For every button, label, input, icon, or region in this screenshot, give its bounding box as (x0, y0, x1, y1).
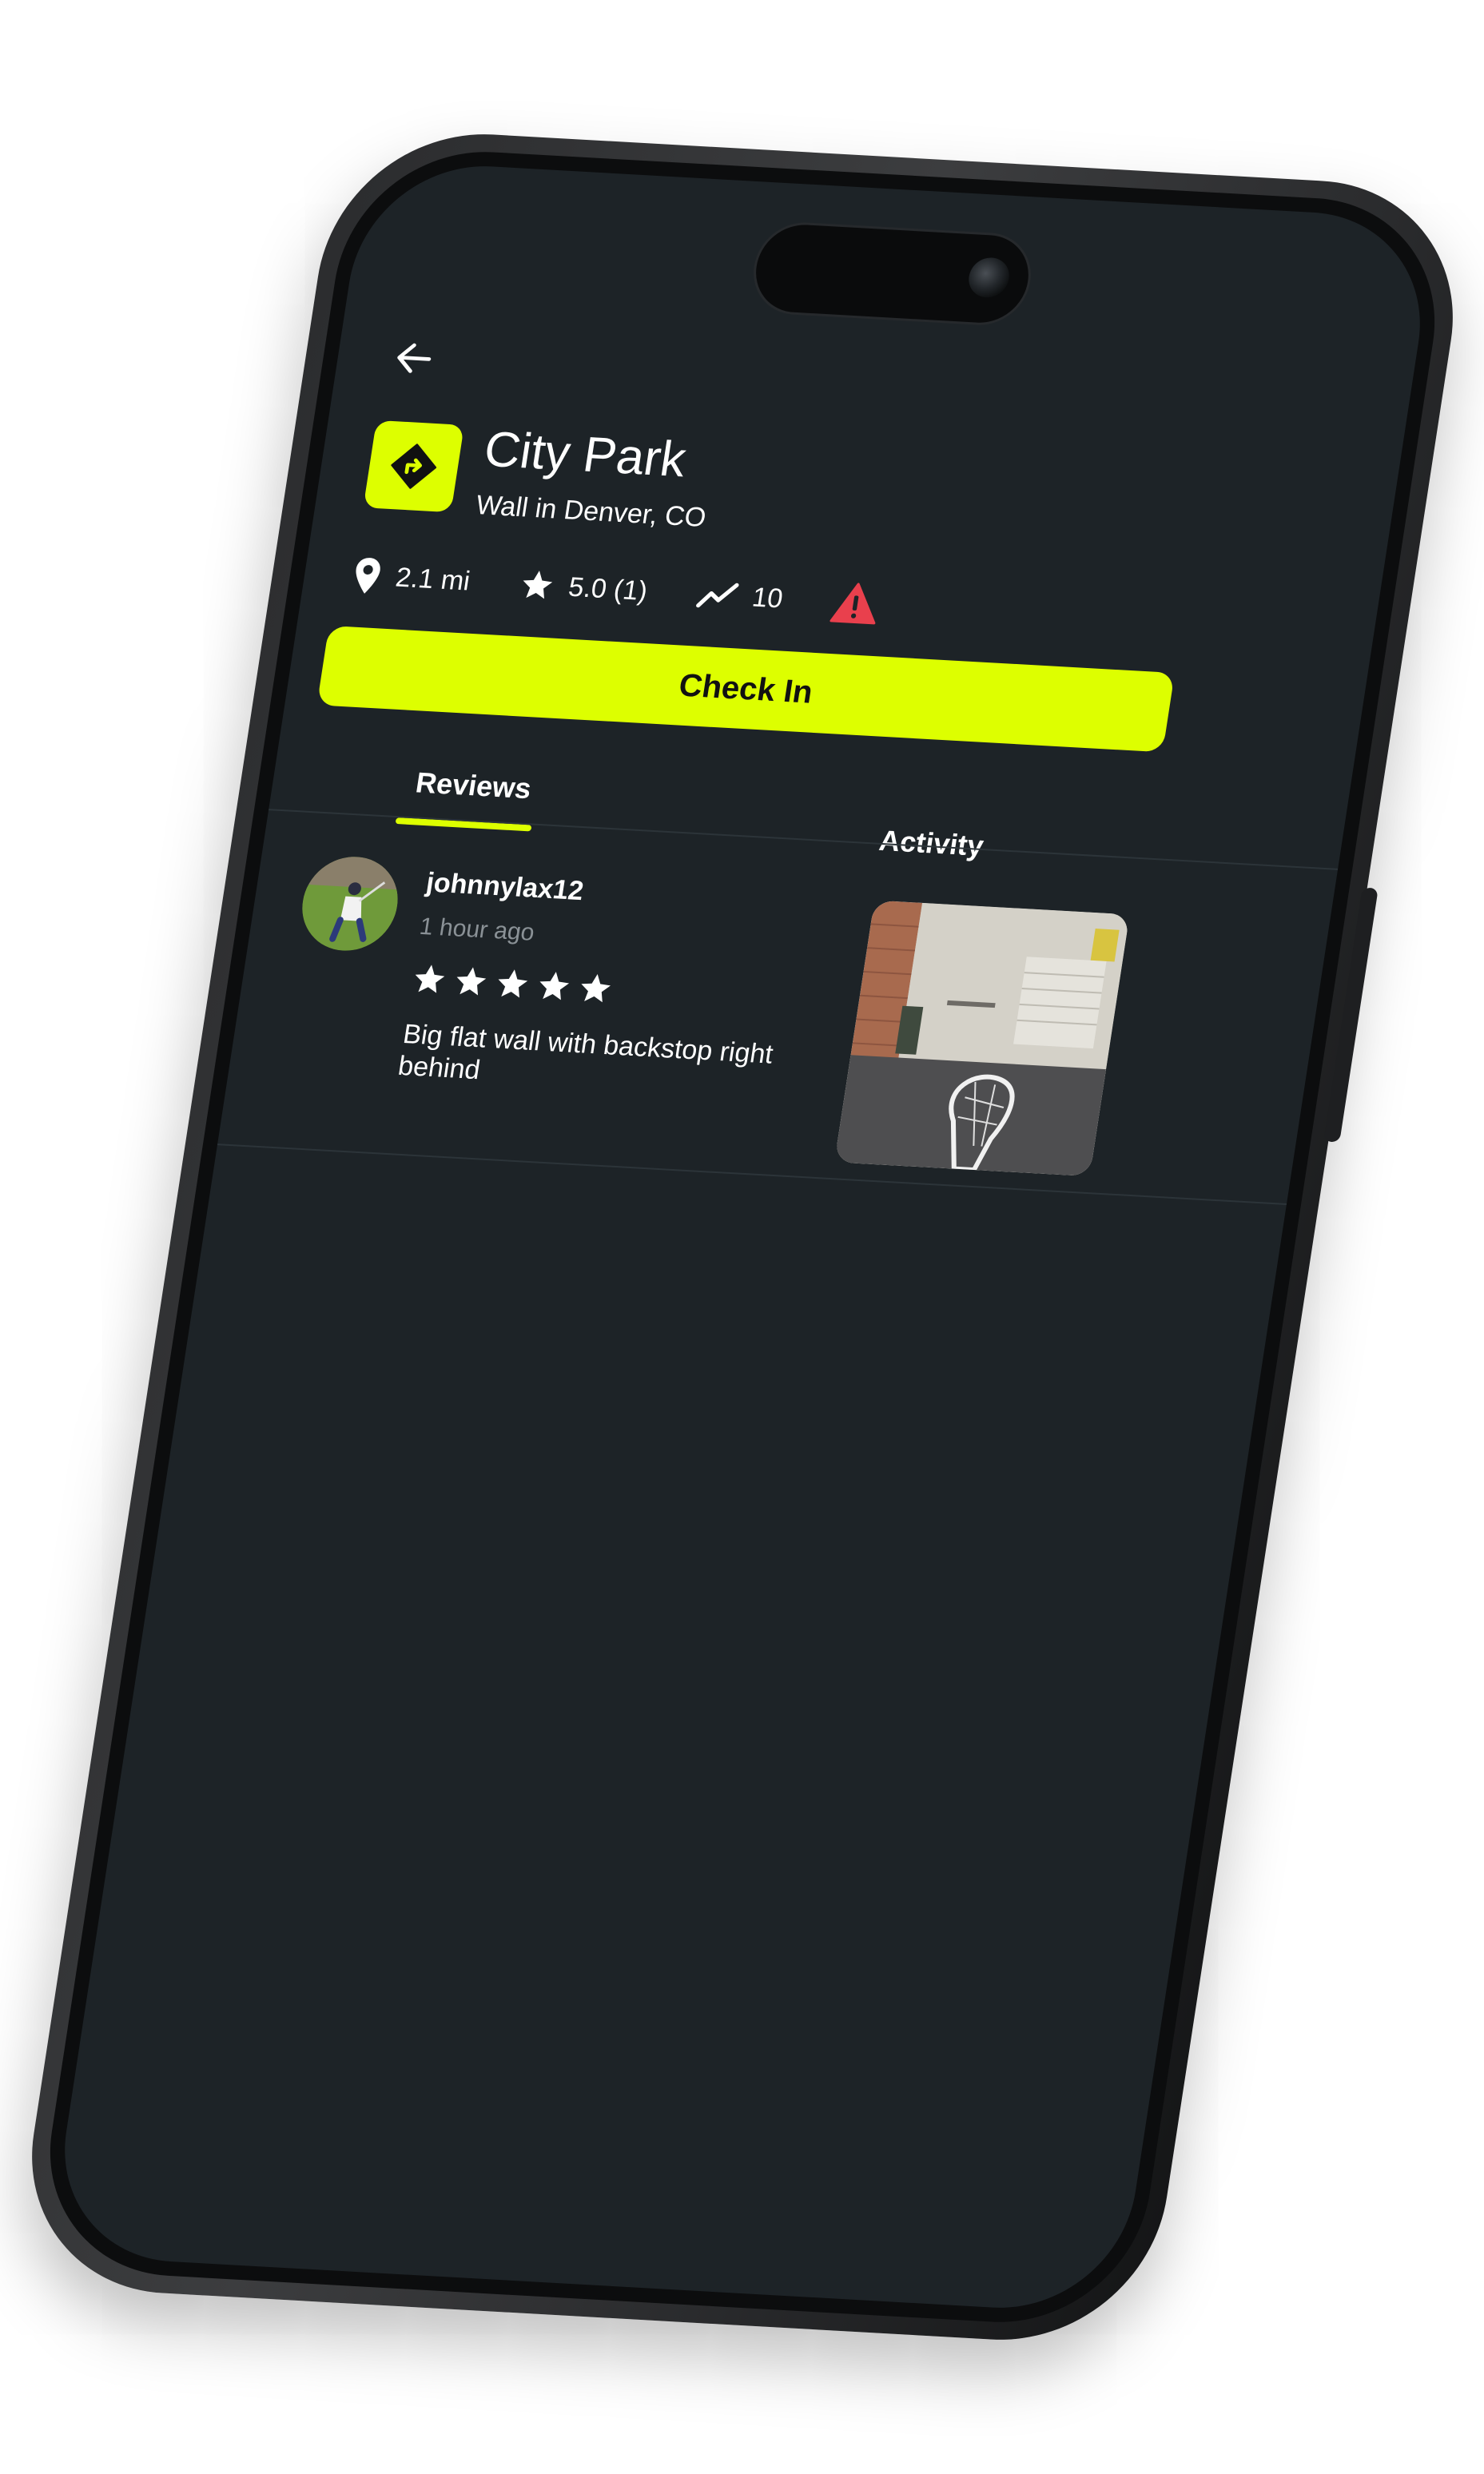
wall-photo (834, 900, 1130, 1177)
activity-stat: 10 (694, 579, 785, 615)
check-in-button[interactable]: Check In (316, 625, 1175, 753)
rating-value: 5.0 (1) (566, 571, 650, 607)
spot-subtitle: Wall in Denver, CO (473, 490, 708, 533)
star-icon (539, 972, 569, 1000)
star-icon (456, 967, 486, 996)
distance-stat: 2.1 mi (349, 556, 472, 601)
arrow-left-icon (396, 343, 431, 373)
star-icon (498, 969, 527, 998)
review-item[interactable]: johnnylax12 1 hour ago Big flat wall wit… (221, 834, 1334, 1179)
spot-type-badge (362, 420, 464, 513)
trend-up-icon (695, 583, 738, 608)
review-photo[interactable] (834, 900, 1130, 1177)
star-icon (415, 965, 444, 993)
warning-triangle-icon (829, 583, 875, 625)
avatar[interactable] (295, 854, 404, 953)
distance-value: 2.1 mi (393, 562, 472, 597)
avatar-photo (295, 854, 404, 953)
review-stars (408, 961, 615, 1008)
review-text: Big flat wall with backstop right behind (396, 1019, 775, 1086)
app-screen: City Park Wall in Denver, CO 2.1 mi 5.0 … (46, 159, 1438, 2315)
spot-meta-row: 2.1 mi 5.0 (1) 10 (348, 551, 881, 628)
location-pin-icon (356, 558, 380, 594)
rating-stat: 5.0 (1) (516, 567, 650, 609)
reviewer-name[interactable]: johnnylax12 (424, 867, 585, 907)
phone-mockup: City Park Wall in Denver, CO 2.1 mi 5.0 … (10, 125, 1474, 2349)
star-icon (580, 974, 611, 1003)
page-title: City Park (479, 421, 690, 488)
review-timestamp: 1 hour ago (417, 913, 536, 946)
spot-detail-page: City Park Wall in Denver, CO 2.1 mi 5.0 … (47, 160, 1437, 2314)
star-icon (522, 571, 552, 599)
back-button[interactable] (381, 329, 446, 388)
report-button[interactable] (829, 581, 881, 625)
direction-sign-icon (390, 443, 436, 489)
activity-count: 10 (750, 582, 785, 614)
